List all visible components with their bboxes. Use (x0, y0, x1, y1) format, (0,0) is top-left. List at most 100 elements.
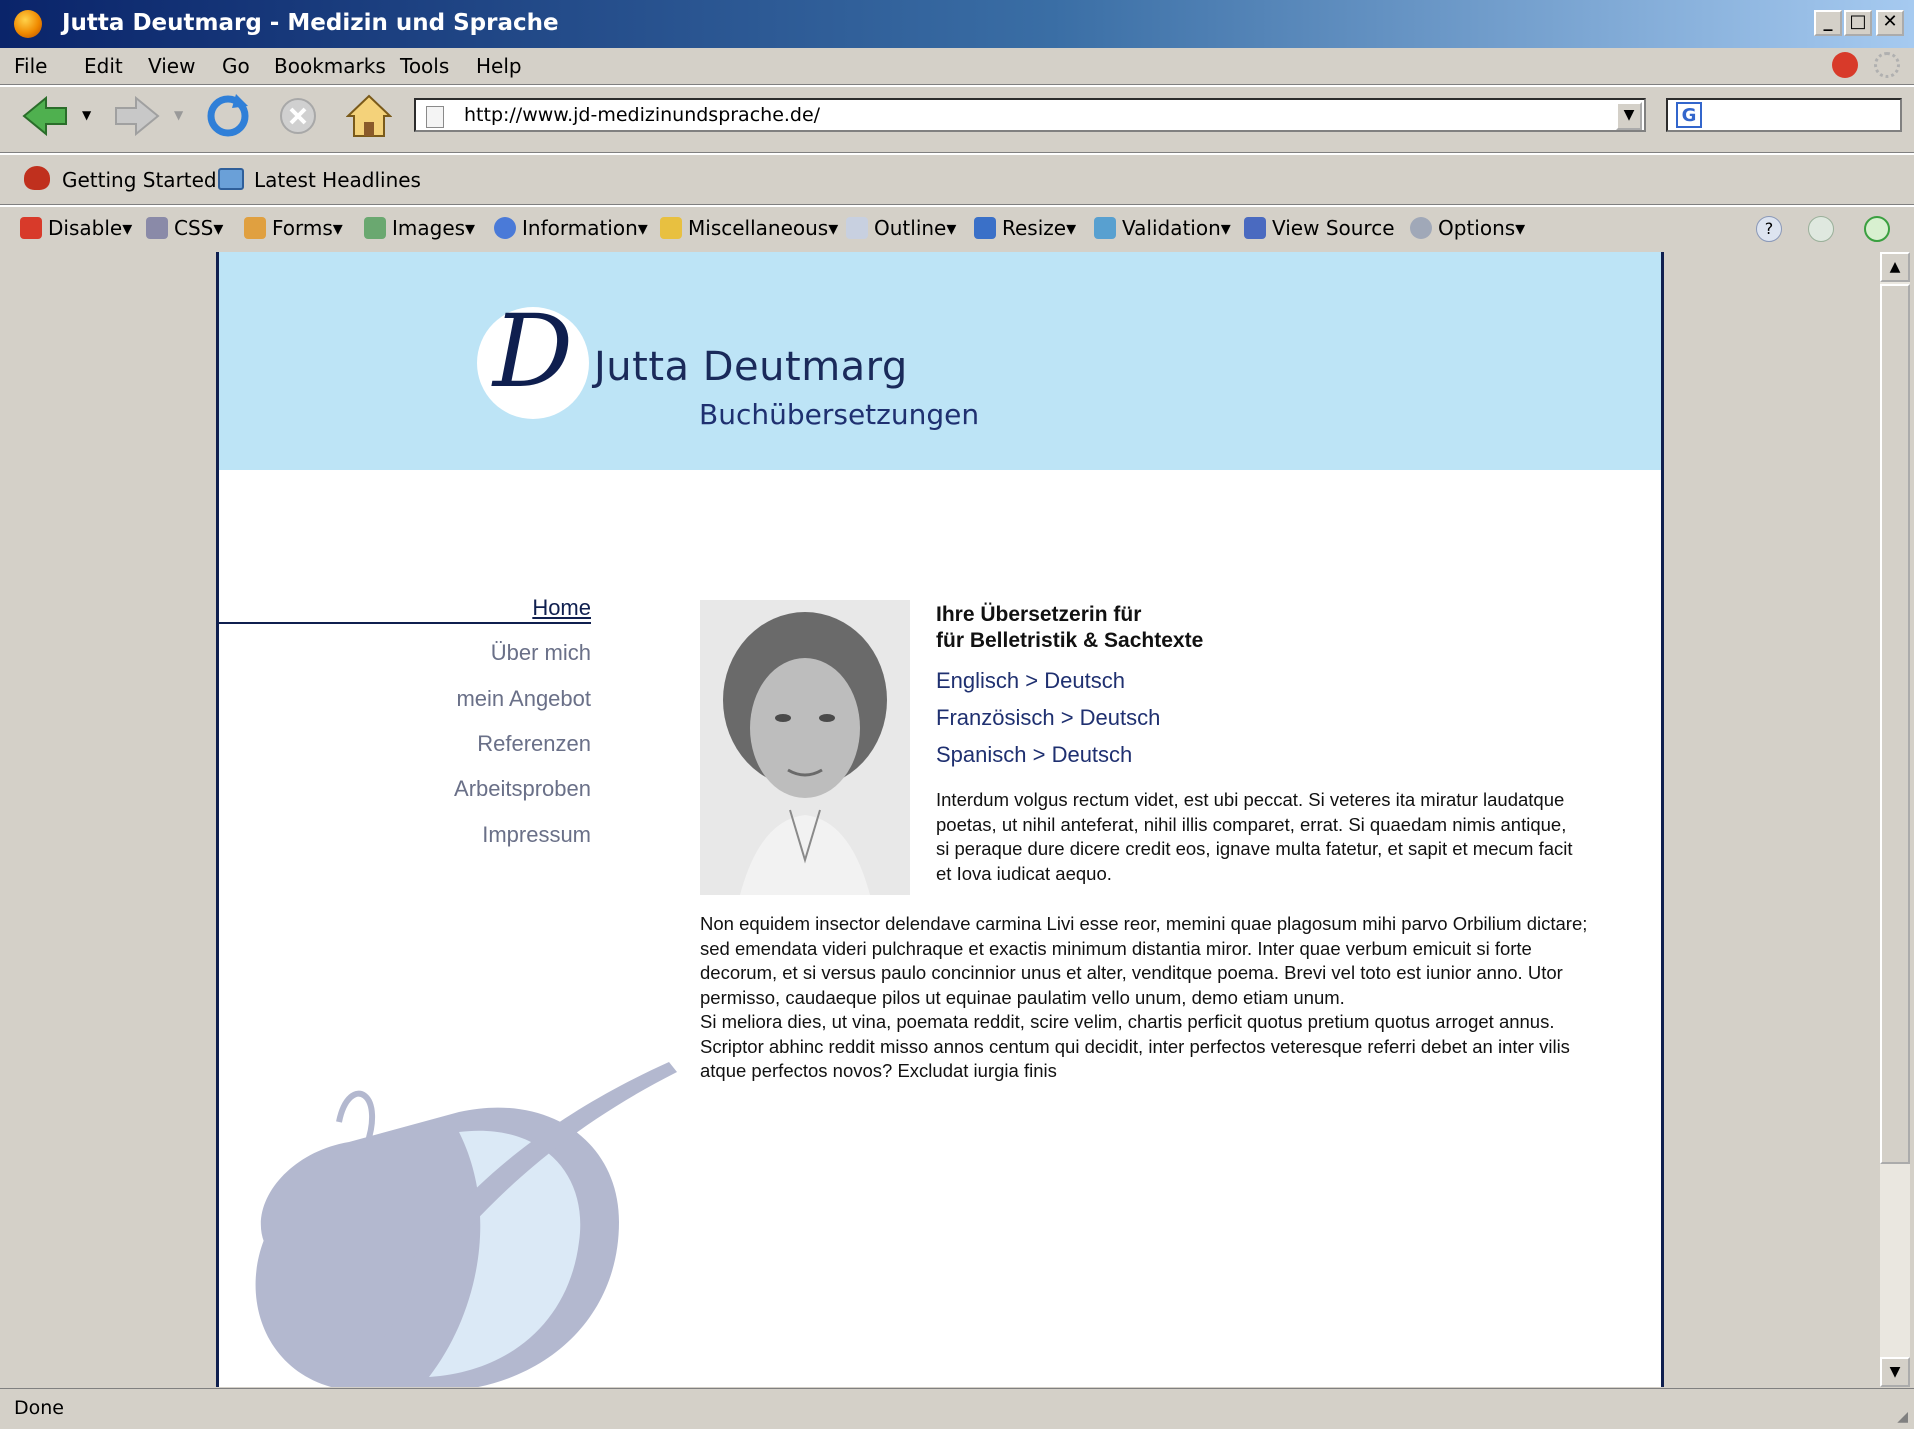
dev-disable-label: Disable▾ (48, 216, 133, 240)
menu-edit[interactable]: Edit (84, 54, 123, 78)
resize-icon (974, 217, 996, 239)
menu-help[interactable]: Help (476, 54, 522, 78)
bookmark-getting-started[interactable]: Getting Started (62, 168, 217, 192)
dev-css[interactable]: CSS▾ (146, 216, 223, 240)
menu-view[interactable]: View (148, 54, 195, 78)
stop-icon[interactable] (278, 96, 318, 136)
page-icon (426, 106, 444, 128)
disable-icon (20, 217, 42, 239)
separator (0, 152, 1914, 155)
language-pair-french: Französisch > Deutsch (936, 705, 1161, 730)
web-page: D Jutta Deutmarg Buchübersetzungen Home … (216, 252, 1664, 1387)
logo-monogram: D (492, 293, 574, 410)
navigation-toolbar: ▼ ▼ http://www.jd-medizinundsprache.de/ … (0, 86, 1914, 150)
pin-icon[interactable] (1808, 216, 1834, 242)
bookmarks-toolbar: Getting Started Latest Headlines (0, 158, 1914, 202)
images-icon (364, 217, 386, 239)
dev-resize[interactable]: Resize▾ (974, 216, 1076, 240)
web-developer-toolbar: Disable▾ CSS▾ Forms▾ Images▾ Information… (0, 208, 1914, 250)
window-titlebar: Jutta Deutmarg - Medizin und Sprache _ □… (0, 0, 1914, 48)
validation-icon (1094, 217, 1116, 239)
dev-view-source-label: View Source (1272, 216, 1395, 240)
miscellaneous-icon (660, 217, 682, 239)
throbber-icon (1874, 52, 1900, 78)
reload-icon[interactable] (206, 94, 250, 138)
dev-information[interactable]: Information▾ (494, 216, 648, 240)
resize-grip-icon[interactable]: ◢ (1897, 1409, 1908, 1425)
body-text: Non equidem insector delendave carmina L… (700, 912, 1600, 1084)
dev-forms[interactable]: Forms▾ (244, 216, 343, 240)
menu-file[interactable]: File (14, 54, 47, 78)
css-icon (146, 217, 168, 239)
dev-miscellaneous[interactable]: Miscellaneous▾ (660, 216, 838, 240)
menu-bookmarks[interactable]: Bookmarks (274, 54, 386, 78)
home-icon[interactable] (346, 94, 392, 138)
menu-bar: File Edit View Go Bookmarks Tools Help (0, 48, 1914, 84)
back-icon[interactable] (20, 96, 70, 136)
help-icon[interactable]: ? (1756, 216, 1782, 242)
separator (0, 204, 1914, 207)
outline-icon (846, 217, 868, 239)
back-history-chevron-icon[interactable]: ▼ (82, 108, 91, 122)
nav-arbeitsproben[interactable]: Arbeitsproben (454, 776, 591, 802)
dev-miscellaneous-label: Miscellaneous▾ (688, 216, 839, 240)
dev-images[interactable]: Images▾ (364, 216, 475, 240)
site-subtitle: Buchübersetzungen (699, 398, 980, 431)
google-search-icon[interactable]: G (1676, 102, 1702, 128)
site-header: D Jutta Deutmarg Buchübersetzungen (219, 252, 1661, 470)
window-title: Jutta Deutmarg - Medizin und Sprache (62, 10, 559, 36)
forward-icon[interactable] (112, 96, 162, 136)
status-bar: Done ◢ (0, 1388, 1914, 1429)
getting-started-icon (24, 166, 50, 190)
url-text[interactable]: http://www.jd-medizinundsprache.de/ (464, 104, 820, 126)
menu-tools[interactable]: Tools (400, 54, 449, 78)
language-pair-spanish: Spanisch > Deutsch (936, 742, 1133, 767)
forward-history-chevron-icon[interactable]: ▼ (174, 108, 183, 122)
play-icon[interactable] (1864, 216, 1890, 242)
url-history-dropdown[interactable]: ▼ (1616, 102, 1642, 130)
dev-outline[interactable]: Outline▾ (846, 216, 956, 240)
scroll-up-button[interactable]: ▲ (1880, 252, 1910, 282)
nav-underline (219, 622, 591, 624)
dev-options-label: Options▾ (1438, 216, 1526, 240)
search-input[interactable]: G (1666, 98, 1902, 132)
dev-validation[interactable]: Validation▾ (1094, 216, 1231, 240)
decorative-monogram-d (255, 1062, 677, 1387)
view-source-icon (1244, 217, 1266, 239)
close-button[interactable]: ✕ (1876, 10, 1904, 36)
minimize-button[interactable]: _ (1814, 10, 1842, 36)
scroll-thumb[interactable] (1880, 284, 1910, 1164)
rss-folder-icon (218, 168, 244, 190)
nav-ueber-mich[interactable]: Über mich (491, 640, 591, 666)
nav-referenzen[interactable]: Referenzen (477, 731, 591, 757)
dev-options[interactable]: Options▾ (1410, 216, 1525, 240)
heading-line-1: Ihre Übersetzerin für (936, 603, 1142, 626)
dev-disable[interactable]: Disable▾ (20, 216, 132, 240)
dev-validation-label: Validation▾ (1122, 216, 1231, 240)
site-name: Jutta Deutmarg (594, 344, 908, 390)
vertical-scrollbar[interactable]: ▲ ▼ (1880, 252, 1910, 1387)
nav-impressum[interactable]: Impressum (482, 822, 591, 848)
dev-forms-label: Forms▾ (272, 216, 343, 240)
firefox-icon (14, 10, 42, 38)
dev-images-label: Images▾ (392, 216, 476, 240)
status-text: Done (14, 1397, 64, 1419)
stop-badge-icon[interactable] (1832, 52, 1858, 78)
intro-paragraph: Interdum volgus rectum videt, est ubi pe… (936, 789, 1573, 884)
nav-home[interactable]: Home (532, 595, 591, 621)
forms-icon (244, 217, 266, 239)
dev-view-source[interactable]: View Source (1244, 216, 1395, 240)
url-bar[interactable]: http://www.jd-medizinundsprache.de/ (414, 98, 1646, 132)
portrait-photo (700, 600, 910, 895)
nav-mein-angebot[interactable]: mein Angebot (456, 686, 591, 712)
dev-resize-label: Resize▾ (1002, 216, 1077, 240)
scroll-down-button[interactable]: ▼ (1880, 1357, 1910, 1387)
information-icon (494, 217, 516, 239)
content-heading: Ihre Übersetzerin für für Belletristik &… (936, 602, 1203, 654)
bookmark-latest-headlines[interactable]: Latest Headlines (254, 168, 421, 192)
menu-go[interactable]: Go (222, 54, 250, 78)
body-paragraph-1: Non equidem insector delendave carmina L… (700, 913, 1588, 1008)
maximize-button[interactable]: □ (1844, 10, 1872, 36)
dev-information-label: Information▾ (522, 216, 648, 240)
options-gear-icon (1410, 217, 1432, 239)
